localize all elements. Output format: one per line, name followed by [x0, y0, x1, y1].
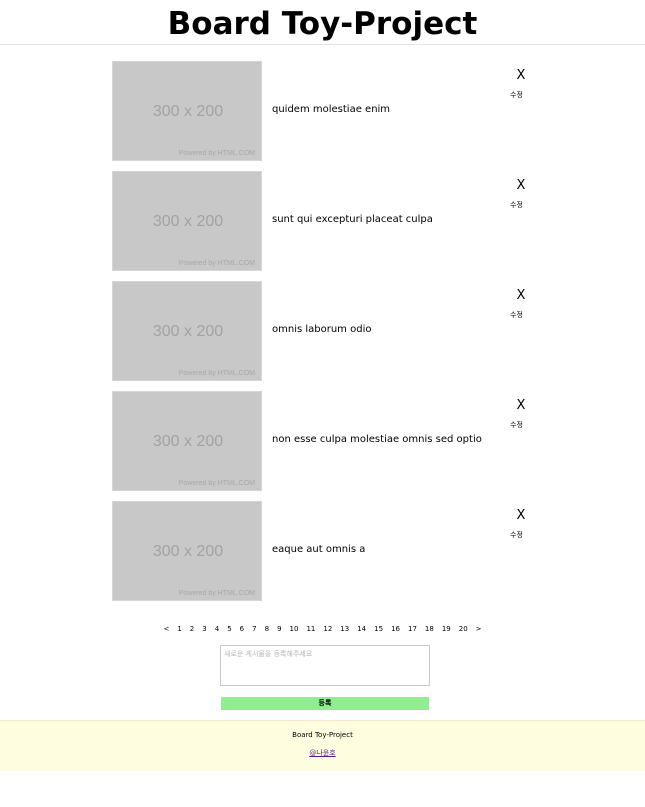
- edit-button[interactable]: 수정: [510, 530, 523, 540]
- post-thumbnail: 300 x 200 Powered by HTML.COM: [112, 391, 262, 491]
- page-number-button[interactable]: 4: [215, 622, 219, 636]
- thumbnail-size-text: 300 x 200: [152, 543, 224, 560]
- prev-page-button[interactable]: <: [163, 622, 169, 636]
- page-number-button[interactable]: 12: [323, 622, 332, 636]
- page-number-button[interactable]: 19: [442, 622, 451, 636]
- thumbnail-size-text: 300 x 200: [152, 103, 224, 120]
- footer-title: Board Toy-Project: [292, 731, 353, 739]
- post-thumbnail: 300 x 200 Powered by HTML.COM: [112, 501, 262, 601]
- thumbnail-powered-text: Powered by HTML.COM: [178, 480, 255, 487]
- page-number-button[interactable]: 15: [374, 622, 383, 636]
- post-item: 300 x 200 Powered by HTML.COM sunt qui e…: [112, 171, 532, 271]
- page-title: Board Toy-Project: [167, 6, 478, 42]
- next-page-button[interactable]: >: [476, 622, 482, 636]
- thumbnail-size-text: 300 x 200: [152, 323, 224, 340]
- post-item: 300 x 200 Powered by HTML.COM eaque aut …: [112, 501, 532, 601]
- page-number-button[interactable]: 2: [190, 622, 194, 636]
- page-number-button[interactable]: 17: [408, 622, 417, 636]
- post-title[interactable]: sunt qui excepturi placeat culpa: [272, 214, 433, 225]
- page-number-button[interactable]: 16: [391, 622, 400, 636]
- thumbnail-powered-text: Powered by HTML.COM: [178, 150, 255, 157]
- page-number-button[interactable]: 1: [177, 622, 181, 636]
- post-title[interactable]: quidem molestiae enim: [272, 104, 390, 115]
- delete-button[interactable]: X: [515, 508, 527, 524]
- page-number-button[interactable]: 7: [252, 622, 256, 636]
- thumbnail-powered-text: Powered by HTML.COM: [178, 370, 255, 377]
- page-number-button[interactable]: 18: [425, 622, 434, 636]
- author-link[interactable]: @나윤호: [309, 749, 335, 757]
- post-thumbnail: 300 x 200 Powered by HTML.COM: [112, 281, 262, 381]
- post-title[interactable]: omnis laborum odio: [272, 324, 371, 335]
- post-title[interactable]: non esse culpa molestiae omnis sed optio: [272, 434, 482, 445]
- thumbnail-powered-text: Powered by HTML.COM: [178, 590, 255, 597]
- page-header: Board Toy-Project: [0, 0, 645, 45]
- pagination: <1 2 3 4 5 6 7 8 9 10 11 12 13 14 15 16 17 18 19 20 >: [0, 622, 645, 636]
- page-footer: Board Toy-Project @나윤호: [0, 720, 645, 771]
- page-number-button[interactable]: 11: [306, 622, 315, 636]
- page-number-button[interactable]: 20: [459, 622, 468, 636]
- page-number-button[interactable]: 10: [290, 622, 299, 636]
- page-number-button[interactable]: 6: [240, 622, 244, 636]
- thumbnail-size-text: 300 x 200: [152, 433, 224, 450]
- post-thumbnail: 300 x 200 Powered by HTML.COM: [112, 61, 262, 161]
- post-item: 300 x 200 Powered by HTML.COM omnis labo…: [112, 281, 532, 381]
- page-number-button[interactable]: 8: [265, 622, 269, 636]
- delete-button[interactable]: X: [515, 68, 527, 84]
- page-number-button[interactable]: 14: [357, 622, 366, 636]
- post-item: 300 x 200 Powered by HTML.COM non esse c…: [112, 391, 532, 491]
- page-number-button[interactable]: 9: [277, 622, 281, 636]
- post-thumbnail: 300 x 200 Powered by HTML.COM: [112, 171, 262, 271]
- thumbnail-size-text: 300 x 200: [152, 213, 224, 230]
- edit-button[interactable]: 수정: [510, 420, 523, 430]
- page-number-button[interactable]: 3: [202, 622, 206, 636]
- post-item: 300 x 200 Powered by HTML.COM quidem mol…: [112, 61, 532, 161]
- edit-button[interactable]: 수정: [510, 200, 523, 210]
- thumbnail-powered-text: Powered by HTML.COM: [178, 260, 255, 267]
- page-number-button[interactable]: 13: [340, 622, 349, 636]
- edit-button[interactable]: 수정: [510, 310, 523, 320]
- page-number-button[interactable]: 5: [227, 622, 231, 636]
- delete-button[interactable]: X: [515, 398, 527, 414]
- post-title[interactable]: eaque aut omnis a: [272, 544, 365, 555]
- new-post-input[interactable]: [220, 645, 430, 686]
- submit-button[interactable]: 등록: [221, 697, 429, 710]
- delete-button[interactable]: X: [515, 178, 527, 194]
- delete-button[interactable]: X: [515, 288, 527, 304]
- edit-button[interactable]: 수정: [510, 90, 523, 100]
